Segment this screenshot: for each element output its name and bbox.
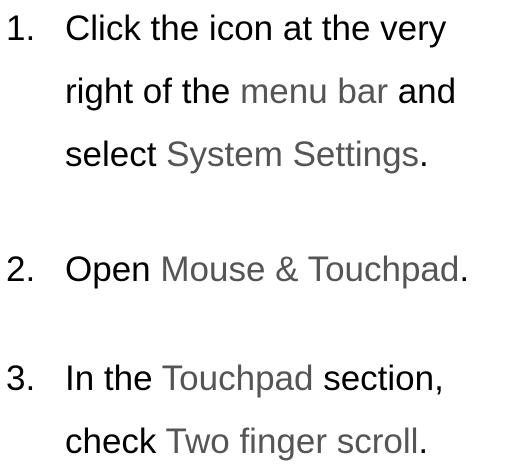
step-text-segment: In the (65, 359, 162, 398)
step-text-segment: select (65, 135, 167, 174)
ui-term-system-settings: System Settings (166, 135, 420, 174)
step-text: Open Mouse & Touchpad. (65, 243, 525, 297)
ui-term-mouse-touchpad: Mouse & Touchpad (160, 250, 460, 289)
step-text-segment: section, (313, 359, 444, 398)
step-text-segment: Open (65, 250, 161, 289)
step-text-segment: . (419, 135, 429, 174)
ui-term-two-finger-scroll: Two finger scroll (165, 422, 419, 461)
step-number: 3. (6, 359, 36, 398)
step-line: In the Touchpad section, (65, 352, 525, 406)
step-number: 2. (6, 250, 36, 289)
step-number: 1. (6, 9, 36, 48)
step-text: Click the icon at the very right of the … (65, 2, 525, 182)
step-line: right of the menu bar and (65, 65, 525, 119)
ui-term-menu-bar: menu bar (240, 72, 388, 111)
step-text-segment: check (65, 422, 166, 461)
step-line: check Two finger scroll. (65, 415, 525, 469)
step-text-segment: and (387, 72, 457, 111)
step-line: Click the icon at the very (65, 2, 525, 56)
step-text-segment: right of the (65, 72, 241, 111)
step-line: select System Settings. (65, 128, 525, 182)
step-line: Open Mouse & Touchpad. (65, 243, 525, 297)
ui-term-touchpad: Touchpad (161, 359, 314, 398)
step-text-segment: . (459, 250, 470, 289)
step-text-segment: Click the icon at the very (65, 9, 447, 48)
step-text-segment: . (418, 422, 429, 461)
step-text: In the Touchpad section, check Two finge… (65, 352, 525, 469)
